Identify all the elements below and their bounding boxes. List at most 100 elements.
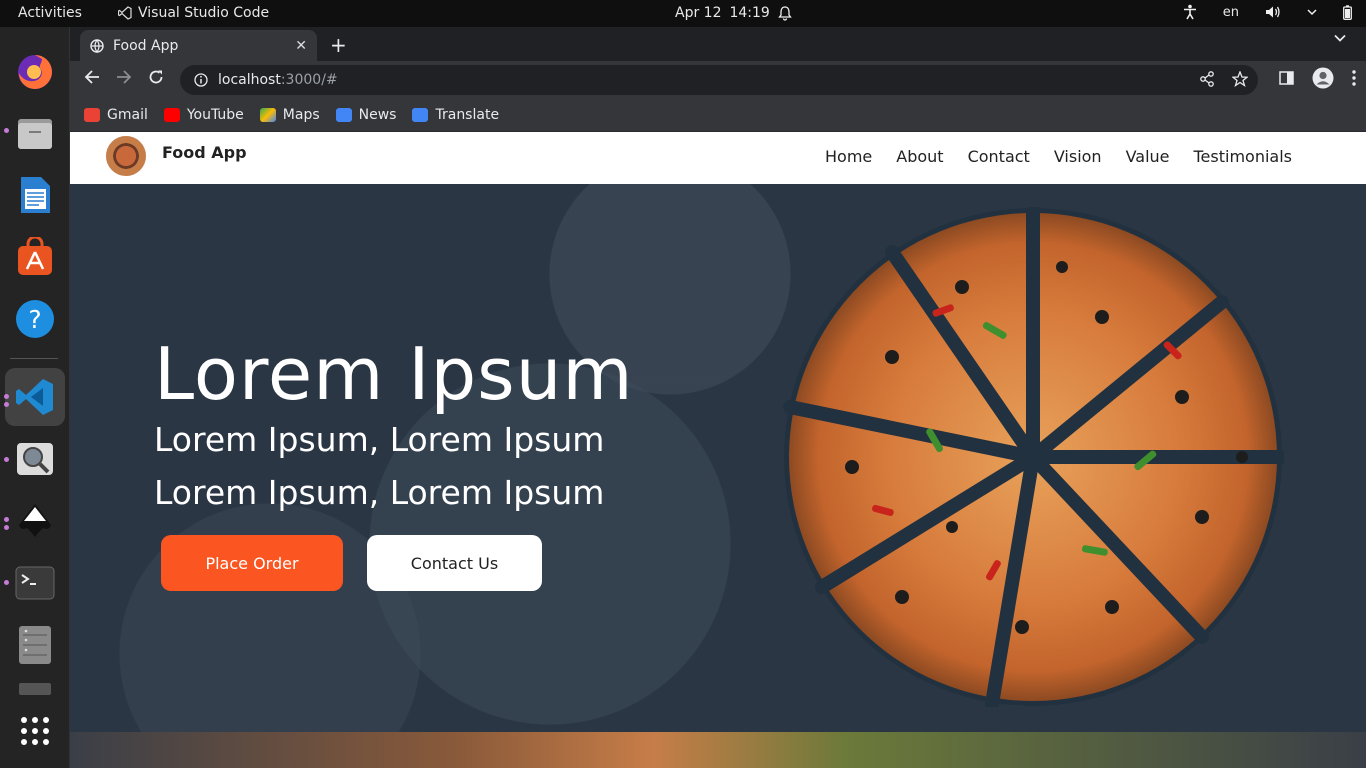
- bookmark-star-icon[interactable]: [1232, 71, 1248, 87]
- help-launcher[interactable]: ?: [13, 297, 57, 341]
- nav-vision[interactable]: Vision: [1054, 147, 1102, 166]
- running-indicator: [4, 128, 9, 133]
- software-launcher[interactable]: [13, 235, 57, 279]
- show-applications-button[interactable]: [13, 709, 57, 753]
- firefox-launcher[interactable]: [13, 49, 57, 93]
- youtube-icon: [163, 108, 180, 122]
- hero-section: Lorem Ipsum Lorem Ipsum, Lorem Ipsum Lor…: [70, 184, 1366, 732]
- bookmark-youtube[interactable]: YouTube: [163, 107, 244, 123]
- hero-subtitle-2: Lorem Ipsum, Lorem Ipsum: [154, 473, 605, 512]
- kebab-menu-icon[interactable]: [1352, 70, 1356, 86]
- hero-title: Lorem Ipsum: [154, 332, 634, 416]
- news-icon: [335, 108, 352, 122]
- nav-about[interactable]: About: [896, 147, 943, 166]
- contact-us-button[interactable]: Contact Us: [367, 535, 542, 591]
- site-info-icon[interactable]: [194, 73, 208, 87]
- files-launcher[interactable]: [13, 111, 57, 155]
- inkscape-launcher[interactable]: [13, 499, 57, 543]
- running-indicator: [4, 580, 9, 585]
- bookmark-gmail[interactable]: Gmail: [84, 107, 148, 123]
- vscode-icon: [16, 379, 53, 415]
- close-tab-icon[interactable]: ✕: [295, 38, 307, 54]
- terminal-icon: [15, 566, 55, 600]
- dock-separator: [10, 358, 58, 359]
- trash-icon: [19, 683, 51, 695]
- site-menu: Home About Contact Vision Value Testimon…: [825, 147, 1292, 166]
- chevron-down-icon[interactable]: [1307, 8, 1317, 16]
- running-indicator: [4, 525, 9, 530]
- globe-icon: [90, 38, 104, 53]
- tab-strip: Food App ✕ +: [70, 27, 1366, 61]
- dock: ?: [0, 27, 70, 768]
- activities-button[interactable]: Activities: [18, 5, 82, 21]
- help-icon: ?: [16, 300, 54, 338]
- pizza-logo-icon[interactable]: [106, 136, 146, 176]
- vscode-small-icon: [118, 6, 132, 20]
- bookmark-maps[interactable]: Maps: [259, 107, 320, 123]
- magnifier-icon: [17, 443, 53, 475]
- address-bar[interactable]: localhost:3000/#: [180, 65, 1258, 95]
- svg-text:?: ?: [28, 305, 41, 334]
- inkscape-icon: [19, 504, 51, 537]
- volume-icon[interactable]: [1265, 5, 1281, 19]
- site-brand[interactable]: Food App: [162, 143, 247, 162]
- gmail-icon: [84, 108, 100, 122]
- bookmarks-bar: Gmail YouTube Maps News Translate: [70, 99, 1366, 132]
- server-icon: [19, 626, 51, 664]
- active-app-name: Visual Studio Code: [138, 5, 270, 21]
- site-navbar: Food App Home About Contact Vision Value…: [70, 132, 1366, 184]
- magnifier-launcher[interactable]: [13, 437, 57, 481]
- side-panel-icon[interactable]: [1279, 71, 1294, 85]
- writer-launcher[interactable]: [13, 173, 57, 217]
- bookmark-news[interactable]: News: [335, 107, 396, 123]
- tab-food-app[interactable]: Food App ✕: [80, 30, 317, 61]
- browser-toolbar: localhost:3000/#: [70, 61, 1366, 99]
- files-icon: [18, 119, 52, 149]
- server-launcher[interactable]: [13, 623, 57, 667]
- maps-icon: [259, 108, 276, 122]
- trash-launcher[interactable]: [13, 683, 57, 703]
- forward-button[interactable]: [116, 69, 132, 85]
- vscode-launcher[interactable]: [5, 368, 65, 426]
- share-icon[interactable]: [1200, 71, 1214, 87]
- reload-button[interactable]: [148, 69, 164, 85]
- translate-icon: [412, 108, 429, 122]
- active-app-menu[interactable]: Visual Studio Code: [118, 5, 269, 21]
- apps-grid-icon: [21, 717, 49, 745]
- profile-avatar-icon[interactable]: [1312, 67, 1334, 89]
- clock-date: Apr 12: [675, 5, 722, 21]
- firefox-icon: [18, 55, 52, 89]
- notification-bell-icon: [778, 5, 792, 21]
- clock[interactable]: Apr 12 14:19: [675, 5, 792, 21]
- url-path: :3000/#: [280, 72, 338, 88]
- nav-contact[interactable]: Contact: [968, 147, 1030, 166]
- battery-icon[interactable]: [1343, 4, 1352, 20]
- place-order-button[interactable]: Place Order: [161, 535, 343, 591]
- running-indicator: [4, 457, 9, 462]
- url-host: localhost: [218, 72, 281, 88]
- pizza-image: [783, 207, 1284, 707]
- browser-window: Food App ✕ + localhost:3000/# Gmail YouT…: [70, 27, 1366, 768]
- omnibox-actions: [1200, 71, 1248, 87]
- clock-time: 14:19: [729, 5, 770, 21]
- input-language-indicator[interactable]: en: [1223, 5, 1239, 20]
- web-page: Food App Home About Contact Vision Value…: [70, 132, 1366, 768]
- running-indicator: [4, 402, 9, 407]
- nav-home[interactable]: Home: [825, 147, 872, 166]
- terminal-launcher[interactable]: [13, 561, 57, 605]
- nav-value[interactable]: Value: [1126, 147, 1170, 166]
- next-section-preview: [70, 732, 1366, 768]
- new-tab-button[interactable]: +: [330, 33, 347, 57]
- running-indicator: [4, 394, 9, 399]
- system-tray[interactable]: en: [1183, 4, 1352, 20]
- accessibility-icon[interactable]: [1183, 4, 1197, 20]
- writer-icon: [21, 177, 50, 213]
- toolbar-right: [1279, 67, 1356, 89]
- back-button[interactable]: [84, 69, 100, 85]
- bookmark-translate[interactable]: Translate: [412, 107, 499, 123]
- nav-testimonials[interactable]: Testimonials: [1194, 147, 1293, 166]
- tab-search-chevron-icon[interactable]: [1334, 34, 1346, 42]
- hero-subtitle-1: Lorem Ipsum, Lorem Ipsum: [154, 420, 605, 459]
- system-top-bar: Activities Visual Studio Code Apr 12 14:…: [0, 0, 1366, 27]
- running-indicator: [4, 517, 9, 522]
